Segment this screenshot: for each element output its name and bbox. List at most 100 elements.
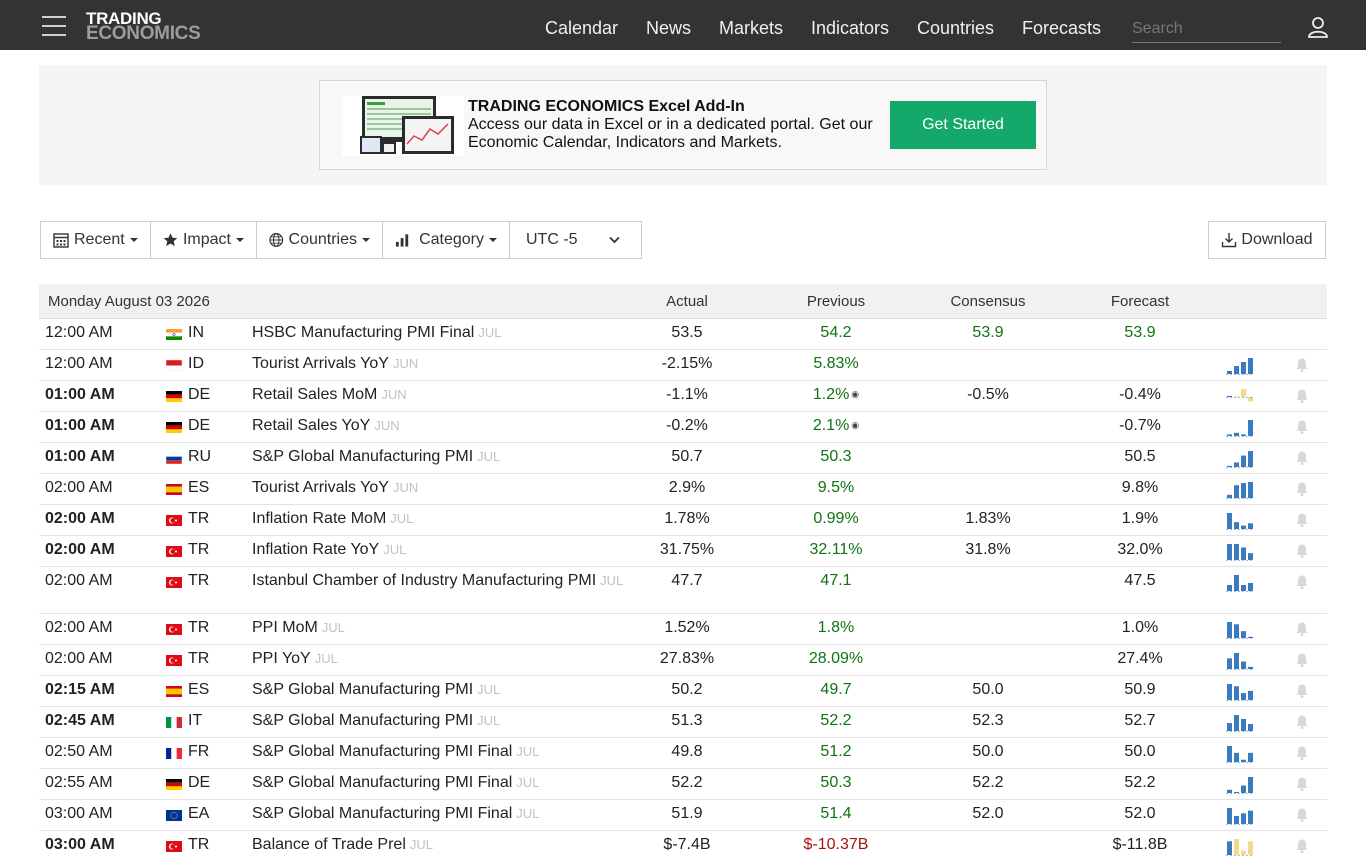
- sparkline-chart[interactable]: [1226, 512, 1254, 530]
- bell-icon[interactable]: [1295, 419, 1309, 435]
- event-name-link[interactable]: Retail Sales YoY JUN: [252, 417, 400, 435]
- bell-icon[interactable]: [1295, 388, 1309, 404]
- sparkline-chart[interactable]: [1226, 481, 1254, 499]
- country-code[interactable]: TR: [188, 541, 209, 559]
- country-code[interactable]: DE: [188, 417, 210, 435]
- sparkline-chart[interactable]: [1226, 543, 1254, 561]
- actual-header[interactable]: Actual: [627, 293, 747, 310]
- country-code[interactable]: IT: [188, 712, 202, 730]
- country-code[interactable]: TR: [188, 619, 209, 637]
- table-row[interactable]: 02:00 AM TR PPI YoY JUL 27.83% 28.09% 27.4%: [39, 645, 1327, 676]
- table-row[interactable]: 02:55 AM DE S&P Global Manufacturing PMI F…: [39, 769, 1327, 800]
- event-name-link[interactable]: S&P Global Manufacturing PMI JUL: [252, 681, 500, 699]
- country-code[interactable]: TR: [188, 650, 209, 668]
- nav-calendar[interactable]: Calendar: [545, 18, 618, 39]
- event-name-link[interactable]: Inflation Rate MoM JUL: [252, 510, 413, 528]
- country-code[interactable]: TR: [188, 572, 209, 590]
- country-code[interactable]: DE: [188, 386, 210, 404]
- bell-icon[interactable]: [1295, 807, 1309, 823]
- table-row[interactable]: 02:15 AM ES S&P Global Manufacturing PMI JU…: [39, 676, 1327, 707]
- bell-icon[interactable]: [1295, 776, 1309, 792]
- country-code[interactable]: FR: [188, 743, 209, 761]
- table-row[interactable]: 02:50 AM FR S&P Global Manufacturing PMI F…: [39, 738, 1327, 769]
- event-name-link[interactable]: S&P Global Manufacturing PMI JUL: [252, 448, 500, 466]
- nav-markets[interactable]: Markets: [719, 18, 783, 39]
- get-started-button[interactable]: Get Started: [890, 101, 1036, 149]
- sparkline-chart[interactable]: [1226, 357, 1254, 375]
- bell-icon[interactable]: [1295, 481, 1309, 497]
- table-row[interactable]: 12:00 AM ID Tourist Arrivals YoY JUN -2.15% 5…: [39, 350, 1327, 381]
- sparkline-chart[interactable]: [1226, 652, 1254, 670]
- table-row[interactable]: 03:00 AM EA S&P Global Manufacturing PMI F…: [39, 800, 1327, 831]
- event-name-link[interactable]: Balance of Trade Prel JUL: [252, 836, 433, 854]
- event-name-link[interactable]: HSBC Manufacturing PMI Final JUL: [252, 324, 501, 342]
- country-code[interactable]: ES: [188, 479, 209, 497]
- sparkline-chart[interactable]: [1226, 388, 1254, 406]
- country-code[interactable]: EA: [188, 805, 209, 823]
- bell-icon[interactable]: [1295, 683, 1309, 699]
- countries-filter-button[interactable]: Countries: [257, 222, 383, 258]
- country-code[interactable]: TR: [188, 836, 209, 854]
- sparkline-chart[interactable]: [1226, 776, 1254, 794]
- table-row[interactable]: 02:00 AM TR PPI MoM JUL 1.52% 1.8% 1.0%: [39, 614, 1327, 645]
- sparkline-chart[interactable]: [1226, 419, 1254, 437]
- table-row[interactable]: 02:00 AM TR Inflation Rate MoM JUL 1.78% 0.99…: [39, 505, 1327, 536]
- category-filter-button[interactable]: Category: [383, 222, 510, 258]
- table-row[interactable]: 02:45 AM IT S&P Global Manufacturing PMI JU…: [39, 707, 1327, 738]
- table-row[interactable]: 02:00 AM ES Tourist Arrivals YoY JUN 2.9% 9.5…: [39, 474, 1327, 505]
- country-code[interactable]: DE: [188, 774, 210, 792]
- sparkline-chart[interactable]: [1226, 838, 1254, 856]
- sparkline-chart[interactable]: [1226, 807, 1254, 825]
- brand-logo[interactable]: TRADING ECONOMICS: [86, 10, 201, 43]
- table-row[interactable]: 12:00 AM IN HSBC Manufacturing PMI Final JU…: [39, 319, 1327, 350]
- timezone-select[interactable]: UTC -5: [510, 222, 641, 258]
- event-name-link[interactable]: PPI YoY JUL: [252, 650, 338, 668]
- previous-header[interactable]: Previous: [776, 293, 896, 310]
- search-input[interactable]: [1132, 15, 1281, 43]
- event-name-link[interactable]: Retail Sales MoM JUN: [252, 386, 407, 404]
- event-name-link[interactable]: PPI MoM JUL: [252, 619, 345, 637]
- sparkline-chart[interactable]: [1226, 574, 1254, 592]
- bell-icon[interactable]: [1295, 574, 1309, 590]
- impact-filter-button[interactable]: Impact: [151, 222, 257, 258]
- table-row[interactable]: 03:00 AM TR Balance of Trade Prel JUL $-7.4B…: [39, 831, 1327, 860]
- nav-news[interactable]: News: [646, 18, 691, 39]
- bell-icon[interactable]: [1295, 543, 1309, 559]
- nav-indicators[interactable]: Indicators: [811, 18, 889, 39]
- event-name-link[interactable]: S&P Global Manufacturing PMI JUL: [252, 712, 500, 730]
- country-code[interactable]: TR: [188, 510, 209, 528]
- table-row[interactable]: 01:00 AM DE Retail Sales YoY JUN -0.2% 2.1% ◉ -…: [39, 412, 1327, 443]
- country-code[interactable]: RU: [188, 448, 211, 466]
- bell-icon[interactable]: [1295, 745, 1309, 761]
- nav-forecasts[interactable]: Forecasts: [1022, 18, 1101, 39]
- event-name-link[interactable]: Istanbul Chamber of Industry Manufacturi…: [252, 572, 632, 590]
- event-name-link[interactable]: S&P Global Manufacturing PMI Final JUL: [252, 805, 539, 823]
- table-row[interactable]: 02:00 AM TR Inflation Rate YoY JUL 31.75% 32.…: [39, 536, 1327, 567]
- bell-icon[interactable]: [1295, 621, 1309, 637]
- sparkline-chart[interactable]: [1226, 621, 1254, 639]
- sparkline-chart[interactable]: [1226, 714, 1254, 732]
- bell-icon[interactable]: [1295, 714, 1309, 730]
- country-code[interactable]: IN: [188, 324, 204, 342]
- country-code[interactable]: ID: [188, 355, 204, 373]
- recent-filter-button[interactable]: Recent: [41, 222, 151, 258]
- forecast-header[interactable]: Forecast: [1080, 293, 1200, 310]
- bell-icon[interactable]: [1295, 652, 1309, 668]
- sparkline-chart[interactable]: [1226, 683, 1254, 701]
- download-button[interactable]: Download: [1208, 221, 1326, 259]
- table-row[interactable]: 01:00 AM DE Retail Sales MoM JUN -1.1% 1.2% ◉ -…: [39, 381, 1327, 412]
- sparkline-chart[interactable]: [1226, 450, 1254, 468]
- user-icon[interactable]: [1306, 16, 1330, 38]
- bell-icon[interactable]: [1295, 357, 1309, 373]
- bell-icon[interactable]: [1295, 450, 1309, 466]
- event-name-link[interactable]: S&P Global Manufacturing PMI Final JUL: [252, 774, 539, 792]
- bell-icon[interactable]: [1295, 512, 1309, 528]
- bell-icon[interactable]: [1295, 838, 1309, 854]
- consensus-header[interactable]: Consensus: [928, 293, 1048, 310]
- event-name-link[interactable]: Tourist Arrivals YoY JUN: [252, 355, 418, 373]
- country-code[interactable]: ES: [188, 681, 209, 699]
- event-name-link[interactable]: Tourist Arrivals YoY JUN: [252, 479, 418, 497]
- event-name-link[interactable]: Inflation Rate YoY JUL: [252, 541, 406, 559]
- table-row[interactable]: 01:00 AM RU S&P Global Manufacturing PMI JU…: [39, 443, 1327, 474]
- menu-icon[interactable]: [42, 16, 66, 36]
